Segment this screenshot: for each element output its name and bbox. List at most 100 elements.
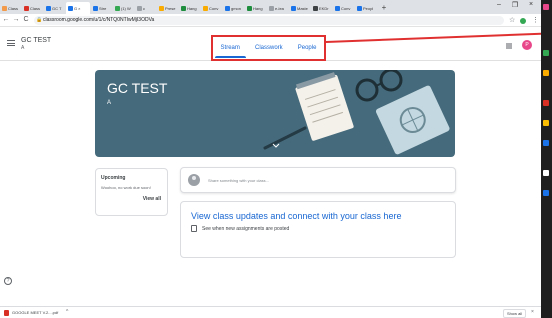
tab-label: Class: [30, 5, 41, 11]
updates-subtext: See when new assignments are posted: [202, 226, 290, 232]
download-file-name[interactable]: GOOGLE MEET V.2....pdf: [12, 310, 58, 315]
tab-favicon-icon: [225, 5, 230, 11]
browser-toolbar: ← → C 🔒 classroom.google.com/u/1/c/NTQ0N…: [0, 14, 541, 27]
tab-favicon-icon: [68, 5, 73, 11]
tab-label: Conv: [341, 5, 351, 11]
tab-label: Hang: [187, 5, 197, 11]
tab-favicon-icon: [269, 5, 274, 11]
forward-button[interactable]: →: [12, 16, 20, 23]
tab-people[interactable]: People: [292, 37, 323, 59]
browser-tab[interactable]: Class: [22, 2, 43, 14]
tab-label: Hang: [253, 5, 263, 11]
class-updates-card: View class updates and connect with your…: [180, 201, 456, 258]
tab-favicon-icon: [203, 5, 208, 11]
browser-tab[interactable]: Hang: [179, 2, 200, 14]
browser-tab[interactable]: Stre: [91, 2, 112, 14]
user-avatar: [188, 174, 200, 186]
updates-heading: View class updates and connect with your…: [191, 211, 402, 221]
browser-tab[interactable]: Class: [0, 2, 21, 14]
back-button[interactable]: ←: [2, 16, 10, 23]
download-options-icon[interactable]: ^: [66, 309, 68, 315]
tab-label: G: [74, 5, 78, 11]
tab-favicon-icon: [181, 5, 186, 11]
tab-stream[interactable]: Stream: [214, 37, 247, 59]
browser-tab[interactable]: Conv: [201, 2, 222, 14]
upcoming-text: Woohoo, no work due soon!: [101, 185, 151, 190]
share-placeholder: Share something with your class...: [208, 178, 269, 183]
show-all-button[interactable]: Show all: [503, 309, 527, 318]
side-app-icon[interactable]: [543, 4, 549, 10]
account-avatar[interactable]: P: [522, 40, 532, 50]
pdf-file-icon: [4, 310, 9, 316]
reload-button[interactable]: C: [22, 16, 30, 23]
tab-favicon-icon: [137, 5, 142, 11]
browser-tab[interactable]: e-lea: [267, 2, 288, 14]
tab-label: Class: [8, 5, 19, 11]
address-bar[interactable]: 🔒 classroom.google.com/u/1/c/NTQ0NTIwMjI…: [34, 16, 504, 25]
browser-tab[interactable]: Peopl: [355, 2, 376, 14]
side-app-icon[interactable]: [543, 140, 549, 146]
browser-tab[interactable]: Hang: [245, 2, 266, 14]
window-close-button[interactable]: ×: [523, 1, 539, 8]
side-app-icon[interactable]: [543, 120, 549, 126]
bookmark-star-icon[interactable]: ☆: [509, 16, 515, 24]
tab-favicon-icon: [115, 5, 120, 11]
download-bar: GOOGLE MEET V.2....pdf ^ Show all ×: [0, 306, 541, 318]
view-all-link[interactable]: View all: [143, 196, 161, 202]
browser-tab[interactable]: GC T: [44, 2, 65, 14]
tab-favicon-icon: [247, 5, 252, 11]
share-announcement-box[interactable]: Share something with your class...: [180, 167, 456, 193]
browser-tab[interactable]: Prese: [157, 2, 178, 14]
tab-strip: Class Class GC T G × Stre (1) Wc Prese Hang Conv g…: [0, 0, 541, 14]
tab-favicon-icon: [2, 5, 7, 11]
download-bar-close-button[interactable]: ×: [531, 309, 534, 315]
help-icon[interactable]: ?: [4, 277, 12, 285]
browser-tab[interactable]: EKDr: [311, 2, 332, 14]
side-app-icon[interactable]: [543, 170, 549, 176]
tab-classwork[interactable]: Classwork: [249, 37, 289, 59]
side-app-icon[interactable]: [543, 100, 549, 106]
tab-label: EKDr: [319, 5, 329, 11]
tab-favicon-icon: [93, 5, 98, 11]
tab-label: gmon: [231, 5, 242, 11]
browser-menu-icon[interactable]: ⋮: [532, 16, 539, 24]
side-taskbar: [541, 0, 552, 318]
assignment-icon: [191, 225, 197, 232]
browser-tab[interactable]: Conv: [333, 2, 354, 14]
tab-label: Peopl: [363, 5, 374, 11]
browser-tab[interactable]: c: [135, 2, 156, 14]
tab-favicon-icon: [46, 5, 51, 11]
upcoming-card: Upcoming Woohoo, no work due soon! View …: [95, 168, 168, 216]
maximize-button[interactable]: ❐: [507, 1, 523, 9]
tab-favicon-icon: [24, 5, 29, 11]
classroom-header: GC TEST A Stream Classwork People P: [0, 28, 541, 61]
header-class-name[interactable]: GC TEST: [21, 37, 51, 44]
class-banner: GC TEST A: [95, 70, 455, 157]
extension-icon[interactable]: [520, 18, 526, 24]
browser-tab[interactable]: gmon: [223, 2, 244, 14]
browser-tab[interactable]: (1) W: [113, 2, 134, 14]
minimize-button[interactable]: –: [491, 1, 507, 8]
browser-tab[interactable]: Maste: [289, 2, 310, 14]
tab-close-icon[interactable]: ×: [78, 6, 80, 11]
tab-favicon-icon: [313, 5, 318, 11]
tab-label: Prese: [165, 5, 176, 11]
tab-label: (1) W: [121, 5, 131, 11]
class-nav-tabs: Stream Classwork People: [211, 35, 326, 61]
side-app-icon[interactable]: [543, 50, 549, 56]
google-apps-icon[interactable]: [506, 43, 512, 49]
hamburger-menu-icon[interactable]: [7, 40, 15, 46]
tab-label: c: [143, 5, 145, 11]
side-app-icon[interactable]: [543, 70, 549, 76]
new-tab-button[interactable]: +: [377, 2, 391, 14]
tab-label: GC T: [52, 5, 62, 11]
tab-favicon-icon: [159, 5, 164, 11]
tab-label: e-lea: [275, 5, 284, 11]
browser-window: Class Class GC T G × Stre (1) Wc Prese Hang Conv g…: [0, 0, 541, 318]
tab-label: Maste: [297, 5, 308, 11]
side-app-icon[interactable]: [543, 190, 549, 196]
tab-label: Conv: [209, 5, 219, 11]
lock-icon: 🔒: [36, 17, 43, 23]
browser-tab[interactable]: G ×: [66, 2, 90, 14]
banner-illustration: [263, 70, 450, 155]
